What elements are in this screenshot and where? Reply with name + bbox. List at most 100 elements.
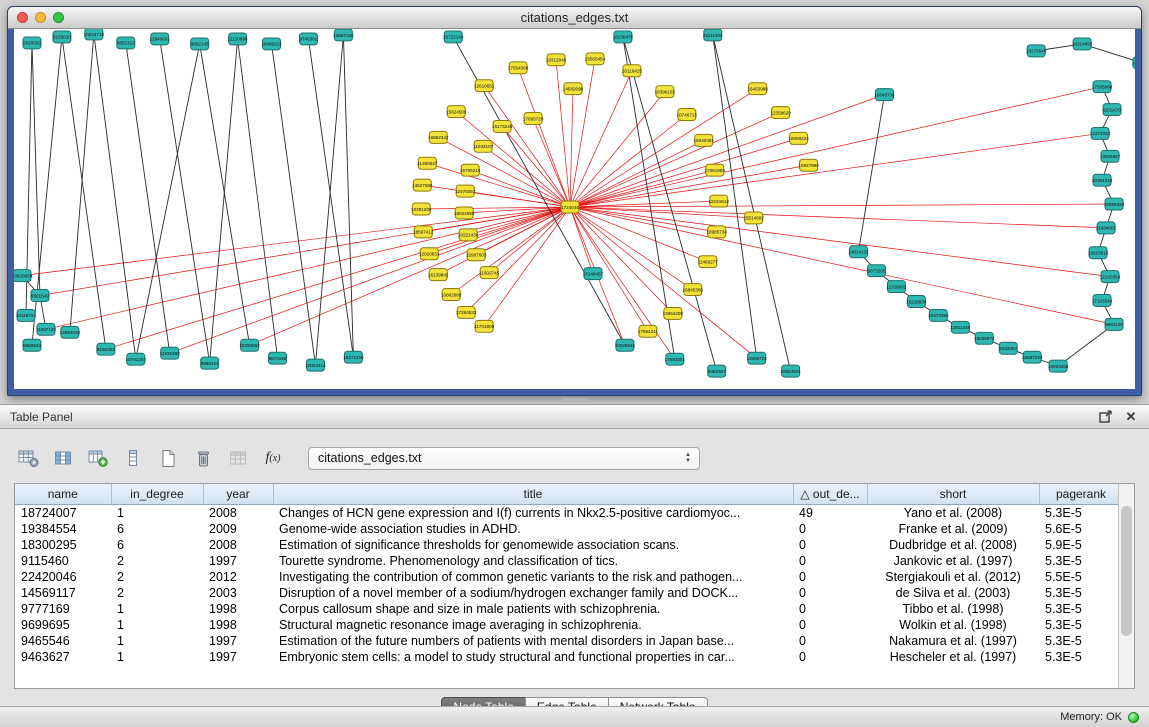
network-node[interactable]: 13276540 <box>1026 45 1047 57</box>
network-node[interactable]: 15340361 <box>694 134 715 146</box>
network-node[interactable]: 16453988 <box>747 83 768 95</box>
cell-year[interactable]: 2003 <box>203 585 273 601</box>
cell-pagerank[interactable]: 5.3E-5 <box>1039 505 1123 522</box>
table-disabled-icon[interactable] <box>224 445 252 471</box>
cell-title[interactable]: Estimation of the future numbers of pati… <box>273 633 793 649</box>
cell-out_degree[interactable]: 0 <box>793 601 867 617</box>
network-node[interactable]: 10746715 <box>677 109 698 121</box>
cell-year[interactable]: 1998 <box>203 617 273 633</box>
cell-out_degree[interactable]: 0 <box>793 649 867 665</box>
network-edge[interactable] <box>570 170 715 207</box>
network-node[interactable]: 17554300 <box>508 62 529 74</box>
network-edge[interactable] <box>570 207 593 274</box>
network-edge[interactable] <box>308 39 353 357</box>
network-edge[interactable] <box>343 35 353 357</box>
network-edge[interactable] <box>22 207 570 276</box>
network-node[interactable]: 18396102 <box>655 86 676 98</box>
column-header-out_degree[interactable]: △ out_de... <box>793 484 867 505</box>
network-edge[interactable] <box>570 207 675 359</box>
network-edge[interactable] <box>315 35 343 365</box>
network-node[interactable]: 15687234 <box>1022 351 1043 363</box>
cell-out_degree[interactable]: 49 <box>793 505 867 522</box>
network-node[interactable]: 10472385 <box>928 309 949 321</box>
cell-title[interactable]: Genome-wide association studies in ADHD. <box>273 521 793 537</box>
cell-name[interactable]: 14569117 <box>15 585 111 601</box>
network-node[interactable]: 11932480 <box>160 347 181 359</box>
network-node[interactable]: 12911450 <box>950 321 971 333</box>
function-builder-icon[interactable]: f(x) <box>259 445 287 471</box>
network-node[interactable]: 17693251 <box>665 353 686 365</box>
network-edge[interactable] <box>32 43 40 296</box>
cell-year[interactable]: 1997 <box>203 649 273 665</box>
network-node[interactable]: 16845309 <box>683 284 704 296</box>
network-node[interactable]: 9550534 <box>23 339 41 351</box>
network-node[interactable]: 10029645 <box>615 339 636 351</box>
cell-title[interactable]: Investigating the contribution of common… <box>273 569 793 585</box>
network-edge[interactable] <box>250 207 570 345</box>
network-node[interactable]: 10741203 <box>126 353 147 365</box>
network-node[interactable]: 20924501 <box>780 365 801 377</box>
network-node[interactable]: 12940601 <box>150 33 171 45</box>
memory-indicator-icon[interactable] <box>1128 712 1139 723</box>
cell-pagerank[interactable]: 5.9E-5 <box>1039 537 1123 553</box>
select-columns-icon[interactable] <box>49 445 77 471</box>
float-panel-icon[interactable] <box>1097 409 1113 425</box>
network-node[interactable]: 9874156 <box>269 352 287 364</box>
cell-in_degree[interactable]: 2 <box>111 585 203 601</box>
network-node[interactable]: 15987603 <box>466 249 487 261</box>
network-node[interactable]: 11318002 <box>886 281 907 293</box>
cell-short[interactable]: Tibbo et al. (1998) <box>867 601 1039 617</box>
network-node[interactable]: 18314892 <box>1072 38 1093 50</box>
network-node[interactable]: 18025974 <box>974 332 995 344</box>
network-node[interactable]: 11602745 <box>479 267 500 279</box>
network-node[interactable]: 16823915 <box>1088 247 1109 259</box>
network-node[interactable]: 12100354 <box>1100 271 1121 283</box>
table-row[interactable]: 2242004622012Investigating the contribut… <box>15 569 1123 585</box>
cell-pagerank[interactable]: 5.3E-5 <box>1039 601 1123 617</box>
network-node[interactable]: 11731800 <box>474 320 495 332</box>
network-edge[interactable] <box>570 204 1114 207</box>
cell-title[interactable]: Embryonic stem cells: a model to study s… <box>273 649 793 665</box>
network-edge[interactable] <box>570 207 717 232</box>
cell-short[interactable]: Jankovic et al. (1997) <box>867 553 1039 569</box>
network-node[interactable]: 11087120 <box>36 323 57 335</box>
cell-title[interactable]: Corpus callosum shape and size in male p… <box>273 601 793 617</box>
window-titlebar[interactable]: citations_edges.txt <box>8 7 1141 29</box>
network-node[interactable]: 10391209 <box>411 203 432 215</box>
network-edge[interactable] <box>570 95 884 207</box>
network-node[interactable]: 12053414 <box>305 359 326 371</box>
cell-out_degree[interactable]: 0 <box>793 537 867 553</box>
column-icon[interactable] <box>119 445 147 471</box>
cell-name[interactable]: 9463627 <box>15 649 111 665</box>
network-node[interactable]: 12274063 <box>1090 127 1111 139</box>
network-edge[interactable] <box>70 34 94 332</box>
table-settings-icon[interactable] <box>14 445 42 471</box>
network-node[interactable]: 15173245 <box>492 120 513 132</box>
network-edge[interactable] <box>62 37 106 349</box>
network-node[interactable]: 12358620 <box>770 107 791 119</box>
cell-in_degree[interactable]: 6 <box>111 537 203 553</box>
cell-pagerank[interactable]: 5.3E-5 <box>1039 649 1123 665</box>
cell-year[interactable]: 2012 <box>203 569 273 585</box>
network-node[interactable]: 19565454 <box>585 53 606 65</box>
column-header-pagerank[interactable]: pagerank <box>1039 484 1123 505</box>
network-node[interactable]: 15824509 <box>446 106 467 118</box>
network-node[interactable]: 17081983 <box>705 164 726 176</box>
network-node[interactable]: 12161612 <box>709 195 730 207</box>
cell-title[interactable]: Disruption of a novel member of a sodium… <box>273 585 793 601</box>
network-node[interactable]: 10862688 <box>441 289 462 301</box>
network-edge[interactable] <box>570 207 757 358</box>
network-node[interactable]: 9501549 <box>31 290 49 302</box>
cell-name[interactable]: 19384554 <box>15 521 111 537</box>
network-node[interactable]: 12475053 <box>455 185 476 197</box>
network-edge[interactable] <box>858 95 884 252</box>
network-node[interactable]: 10923458 <box>1048 360 1069 372</box>
network-node[interactable]: 14687320 <box>333 29 354 41</box>
cell-pagerank[interactable]: 5.3E-5 <box>1039 585 1123 601</box>
cell-out_degree[interactable]: 0 <box>793 617 867 633</box>
network-node[interactable]: 18024590 <box>454 207 475 219</box>
network-node[interactable]: 17284533 <box>456 306 477 318</box>
column-header-title[interactable]: title <box>273 484 793 505</box>
network-edge[interactable] <box>484 86 570 207</box>
network-node[interactable]: 18312045 <box>546 54 567 66</box>
